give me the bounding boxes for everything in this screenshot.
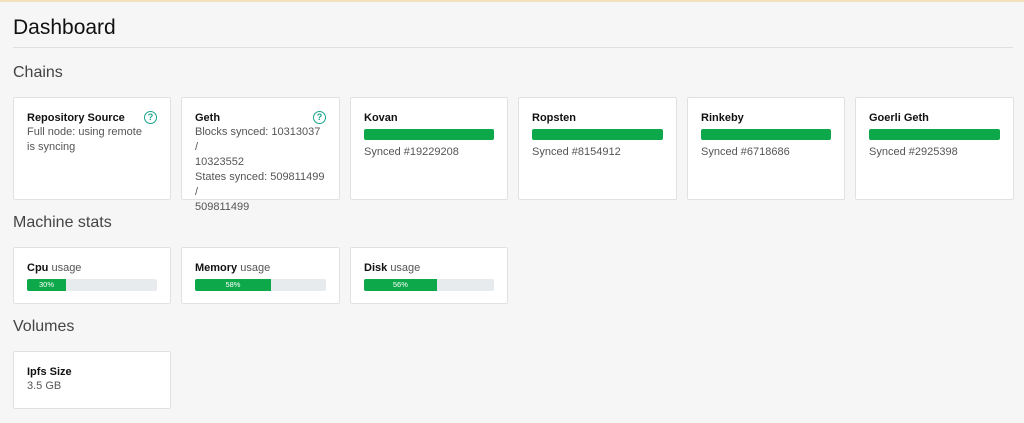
- chain-name: Kovan: [364, 112, 398, 124]
- chain-name: Ropsten: [532, 112, 576, 124]
- stat-name: Cpu: [27, 262, 49, 274]
- sync-progress-bar: [364, 129, 494, 140]
- chain-name: Goerli Geth: [869, 112, 929, 124]
- stat-name: Disk: [364, 262, 388, 274]
- sync-status: Synced #6718686: [701, 146, 790, 158]
- states-synced-line: States synced: 509811499 /: [195, 171, 325, 198]
- volumes-section-title: Volumes: [13, 318, 75, 335]
- usage-progress-bar: 30%: [27, 279, 157, 291]
- stat-label: Disk usage: [364, 261, 494, 275]
- stat-name: Memory: [195, 262, 238, 274]
- stat-card-memory: Memory usage 58%: [181, 247, 340, 304]
- blocks-synced-line: 10323552: [195, 156, 244, 168]
- chain-name: Repository Source: [27, 112, 125, 124]
- top-accent-line: [0, 0, 1024, 2]
- volume-card-ipfs: Ipfs Size 3.5 GB: [13, 351, 171, 409]
- stat-label: Memory usage: [195, 261, 326, 275]
- chain-card-kovan: Kovan Synced #19229208: [350, 97, 508, 200]
- stat-card-disk: Disk usage 56%: [350, 247, 508, 304]
- stat-card-cpu: Cpu usage 30%: [13, 247, 171, 304]
- sync-progress-bar: [869, 129, 1000, 140]
- chain-card-geth: Geth ? Blocks synced: 10313037 / 1032355…: [181, 97, 340, 213]
- help-circle-icon[interactable]: ?: [144, 111, 157, 124]
- chain-card-rinkeby: Rinkeby Synced #6718686: [687, 97, 845, 200]
- sync-progress-bar: [532, 129, 663, 140]
- sync-progress-bar: [701, 129, 831, 140]
- progress-percent: 56%: [392, 280, 408, 289]
- chain-status-line: Full node: using remote: [27, 126, 142, 138]
- blocks-synced-line: Blocks synced: 10313037 /: [195, 126, 321, 153]
- stat-suffix: usage: [390, 262, 421, 274]
- chain-name: Rinkeby: [701, 112, 744, 124]
- title-divider: [13, 47, 1013, 48]
- volume-size: 3.5 GB: [27, 380, 62, 392]
- page-title: Dashboard: [13, 16, 116, 39]
- stat-suffix: usage: [240, 262, 271, 274]
- sync-status: Synced #2925398: [869, 146, 958, 158]
- sync-status: Synced #8154912: [532, 146, 621, 158]
- chain-card-repository-source: Repository Source ? Full node: using rem…: [13, 97, 171, 200]
- stat-suffix: usage: [51, 262, 82, 274]
- chain-card-goerli-geth: Goerli Geth Synced #2925398: [855, 97, 1014, 200]
- states-synced-line: 509811499: [195, 201, 250, 213]
- progress-percent: 30%: [38, 280, 54, 289]
- usage-progress-bar: 58%: [195, 279, 326, 291]
- stat-label: Cpu usage: [27, 261, 157, 275]
- chain-card-ropsten: Ropsten Synced #8154912: [518, 97, 677, 200]
- help-circle-icon[interactable]: ?: [313, 111, 326, 124]
- chain-status-line: is syncing: [27, 141, 76, 153]
- usage-progress-bar: 56%: [364, 279, 494, 291]
- volume-name: Ipfs Size: [27, 366, 72, 378]
- progress-percent: 58%: [225, 280, 241, 289]
- sync-status: Synced #19229208: [364, 146, 459, 158]
- machine-stats-section-title: Machine stats: [13, 214, 112, 231]
- chain-name: Geth: [195, 112, 221, 124]
- chains-section-title: Chains: [13, 64, 63, 81]
